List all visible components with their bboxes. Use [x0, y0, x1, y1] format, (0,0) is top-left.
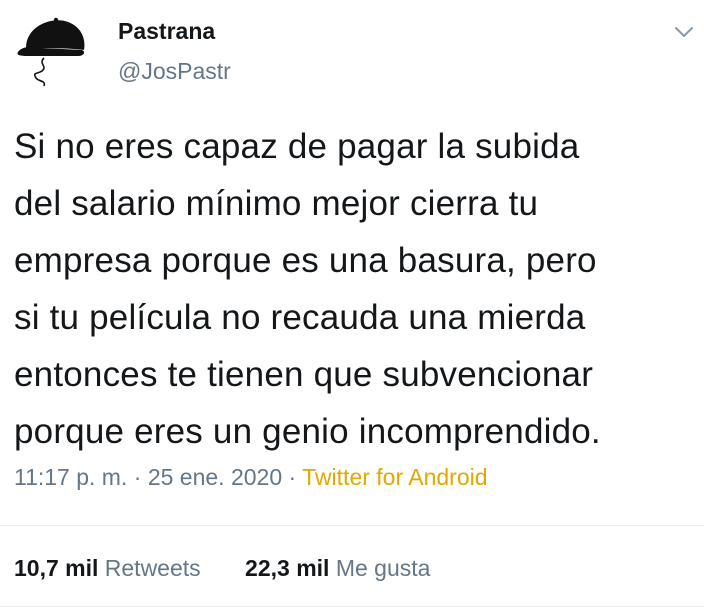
- avatar[interactable]: [12, 8, 96, 92]
- chevron-down-icon[interactable]: [672, 22, 696, 42]
- tweet-source-link[interactable]: Twitter for Android: [302, 464, 487, 490]
- cap-avatar-icon: [17, 17, 85, 87]
- retweets-count: 10,7 mil: [14, 555, 99, 581]
- retweets-stat[interactable]: 10,7 mil Retweets: [14, 555, 201, 582]
- tweet-stats: 10,7 mil Retweets 22,3 mil Me gusta: [14, 555, 430, 582]
- author-handle[interactable]: @JosPastr: [118, 58, 231, 85]
- likes-count: 22,3 mil: [245, 555, 330, 581]
- meta-separator: ·: [133, 464, 142, 490]
- author-name[interactable]: Pastrana: [118, 18, 215, 45]
- likes-label: Me gusta: [335, 555, 431, 581]
- tweet-metadata: 11:17 p. m. · 25 ene. 2020 · Twitter for…: [14, 464, 488, 491]
- retweets-label: Retweets: [104, 555, 201, 581]
- tweet-card: Pastrana @JosPastr Si no eres capaz de p…: [0, 0, 704, 613]
- divider: [0, 606, 704, 607]
- tweet-time[interactable]: 11:17 p. m.: [14, 464, 127, 490]
- likes-stat[interactable]: 22,3 mil Me gusta: [245, 555, 430, 582]
- meta-separator: ·: [288, 464, 297, 490]
- tweet-text: Si no eres capaz de pagar la subida del …: [14, 127, 601, 451]
- divider: [0, 525, 704, 526]
- tweet-date[interactable]: 25 ene. 2020: [148, 464, 282, 490]
